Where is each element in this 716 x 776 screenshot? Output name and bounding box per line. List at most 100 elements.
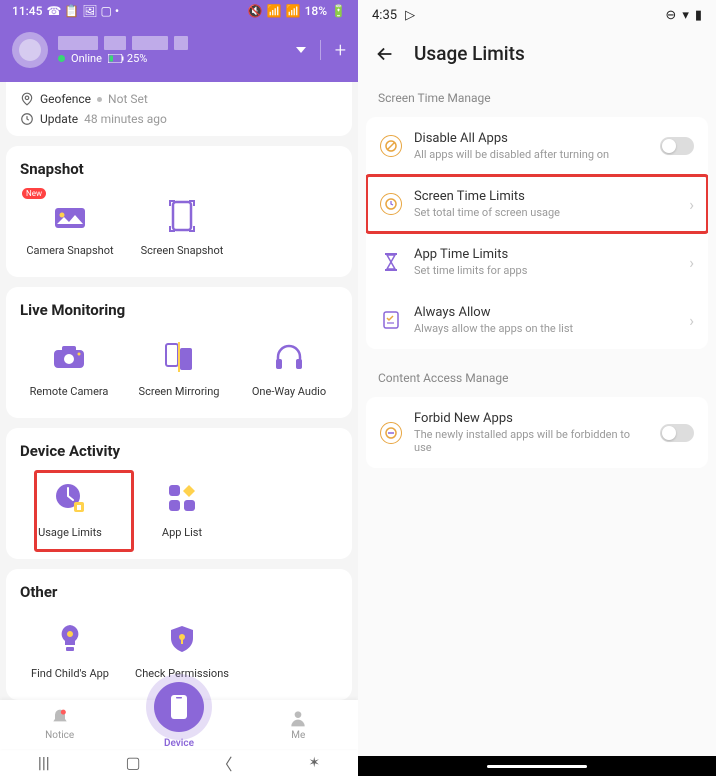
snapshot-card: Snapshot New Camera Snapshot Screen Snap… [6, 146, 352, 277]
geofence-row[interactable]: Geofence Not Set [20, 92, 338, 106]
chevron-right-icon: › [689, 195, 694, 214]
home-button[interactable]: ▢ [125, 753, 140, 772]
status-time: 11:45 [12, 4, 42, 18]
online-label: Online [71, 52, 102, 65]
device-fab[interactable] [154, 682, 204, 732]
card-title: Device Activity [16, 442, 342, 460]
card-title: Snapshot [16, 160, 342, 178]
geofence-status: Not Set [108, 92, 148, 106]
back-button[interactable]: 〈 [216, 751, 232, 775]
add-button[interactable]: + [335, 38, 346, 62]
profile-header: Online 25% + [0, 22, 358, 82]
bell-icon [50, 708, 70, 728]
section-label: Screen Time Manage [358, 83, 716, 113]
tile-usage-limits[interactable]: Usage Limits [16, 474, 124, 543]
headphone-icon [269, 337, 309, 377]
avatar[interactable] [12, 32, 48, 68]
nav-device[interactable]: Device [144, 700, 214, 749]
update-value: 48 minutes ago [84, 112, 167, 126]
battery-percent: 18% [305, 4, 327, 18]
wifi-icon: 📶 [267, 4, 282, 18]
user-info: Online 25% [58, 36, 286, 65]
lightbulb-icon [50, 619, 90, 659]
tile-label: Check Permissions [135, 667, 229, 680]
content-access-panel: Forbid New Apps The newly installed apps… [366, 397, 708, 468]
toggle-switch[interactable] [660, 424, 694, 442]
home-indicator[interactable] [487, 765, 587, 768]
redacted-text [132, 36, 168, 50]
tile-screen-snapshot[interactable]: Screen Snapshot [128, 192, 236, 261]
play-store-icon: ▷ [405, 8, 415, 23]
nav-label: Device [164, 738, 194, 749]
tile-label: Screen Snapshot [141, 244, 224, 257]
bullet-icon [97, 97, 102, 102]
row-screen-time-limits[interactable]: Screen Time Limits Set total time of scr… [366, 175, 708, 233]
tile-check-permissions[interactable]: Check Permissions [128, 615, 236, 684]
toggle-switch[interactable] [660, 137, 694, 155]
redacted-text [104, 36, 126, 50]
status-bar-left: 11:45 ☎ 📋 🖼 ▢ • 🔇 📶 📶 18% 🔋 [0, 0, 358, 22]
mute-icon: 🔇 [248, 4, 263, 18]
camera-icon [49, 337, 89, 377]
clock-icon [20, 112, 34, 126]
status-bar-right: 4:35 ▷ ⊖ ▾ ▮ [358, 0, 716, 30]
clock-icon [380, 193, 402, 215]
card-title: Live Monitoring [16, 301, 342, 319]
row-forbid-new-apps[interactable]: Forbid New Apps The newly installed apps… [366, 397, 708, 468]
dnd-icon: ⊖ [665, 8, 676, 23]
redacted-text [174, 36, 188, 50]
accessibility-button[interactable]: ✶ [308, 755, 320, 771]
back-arrow-icon[interactable] [374, 43, 396, 65]
tile-find-child-app[interactable]: Find Child's App [16, 615, 124, 684]
row-title: Screen Time Limits [414, 189, 677, 204]
tile-one-way-audio[interactable]: One-Way Audio [236, 333, 342, 402]
row-title: Disable All Apps [414, 131, 648, 146]
forbid-icon [380, 422, 402, 444]
dropdown-icon[interactable] [296, 47, 306, 53]
tile-label: One-Way Audio [252, 385, 326, 398]
location-icon [20, 92, 34, 106]
tile-label: Screen Mirroring [139, 385, 220, 398]
hourglass-icon [380, 251, 402, 273]
app-list-icon [162, 478, 202, 518]
section-label: Content Access Manage [358, 363, 716, 393]
phone-icon [169, 693, 189, 721]
usage-limits-icon [50, 478, 90, 518]
nav-me[interactable]: Me [263, 708, 333, 741]
row-subtitle: Set time limits for apps [414, 264, 677, 277]
tile-label: Find Child's App [31, 667, 109, 680]
tile-label: Camera Snapshot [26, 244, 113, 257]
battery-icon: 🔋 [331, 4, 346, 18]
disable-icon [380, 135, 402, 157]
tile-label: App List [162, 526, 202, 539]
tile-camera-snapshot[interactable]: New Camera Snapshot [16, 192, 124, 261]
gesture-bar [358, 756, 716, 776]
row-title: Forbid New Apps [414, 411, 648, 426]
row-subtitle: Set total time of screen usage [414, 206, 677, 219]
tile-app-list[interactable]: App List [128, 474, 236, 543]
recent-apps-button[interactable]: ||| [38, 753, 50, 772]
bottom-nav: Notice Device Me [0, 700, 358, 749]
row-always-allow[interactable]: Always Allow Always allow the apps on th… [366, 291, 708, 349]
title-bar: Usage Limits [358, 30, 716, 83]
wifi-icon: ▾ [682, 8, 689, 23]
mirroring-icon [159, 337, 199, 377]
screen-time-panel: Disable All Apps All apps will be disabl… [366, 117, 708, 349]
signal-icon: 📶 [286, 4, 301, 18]
tile-remote-camera[interactable]: Remote Camera [16, 333, 122, 402]
chevron-right-icon: › [689, 253, 694, 272]
nav-notice[interactable]: Notice [25, 708, 95, 741]
redacted-text [58, 36, 98, 50]
new-badge: New [22, 188, 46, 199]
nav-label: Notice [45, 730, 74, 741]
row-subtitle: Always allow the apps on the list [414, 322, 677, 335]
row-subtitle: All apps will be disabled after turning … [414, 148, 648, 161]
update-row[interactable]: Update 48 minutes ago [20, 112, 338, 126]
system-nav: ||| ▢ 〈 ✶ [0, 749, 358, 776]
tile-screen-mirroring[interactable]: Screen Mirroring [126, 333, 232, 402]
row-app-time-limits[interactable]: App Time Limits Set time limits for apps… [366, 233, 708, 291]
geofence-label: Geofence [40, 92, 91, 106]
tile-label: Remote Camera [30, 385, 109, 398]
row-disable-all-apps[interactable]: Disable All Apps All apps will be disabl… [366, 117, 708, 175]
person-icon [288, 708, 308, 728]
